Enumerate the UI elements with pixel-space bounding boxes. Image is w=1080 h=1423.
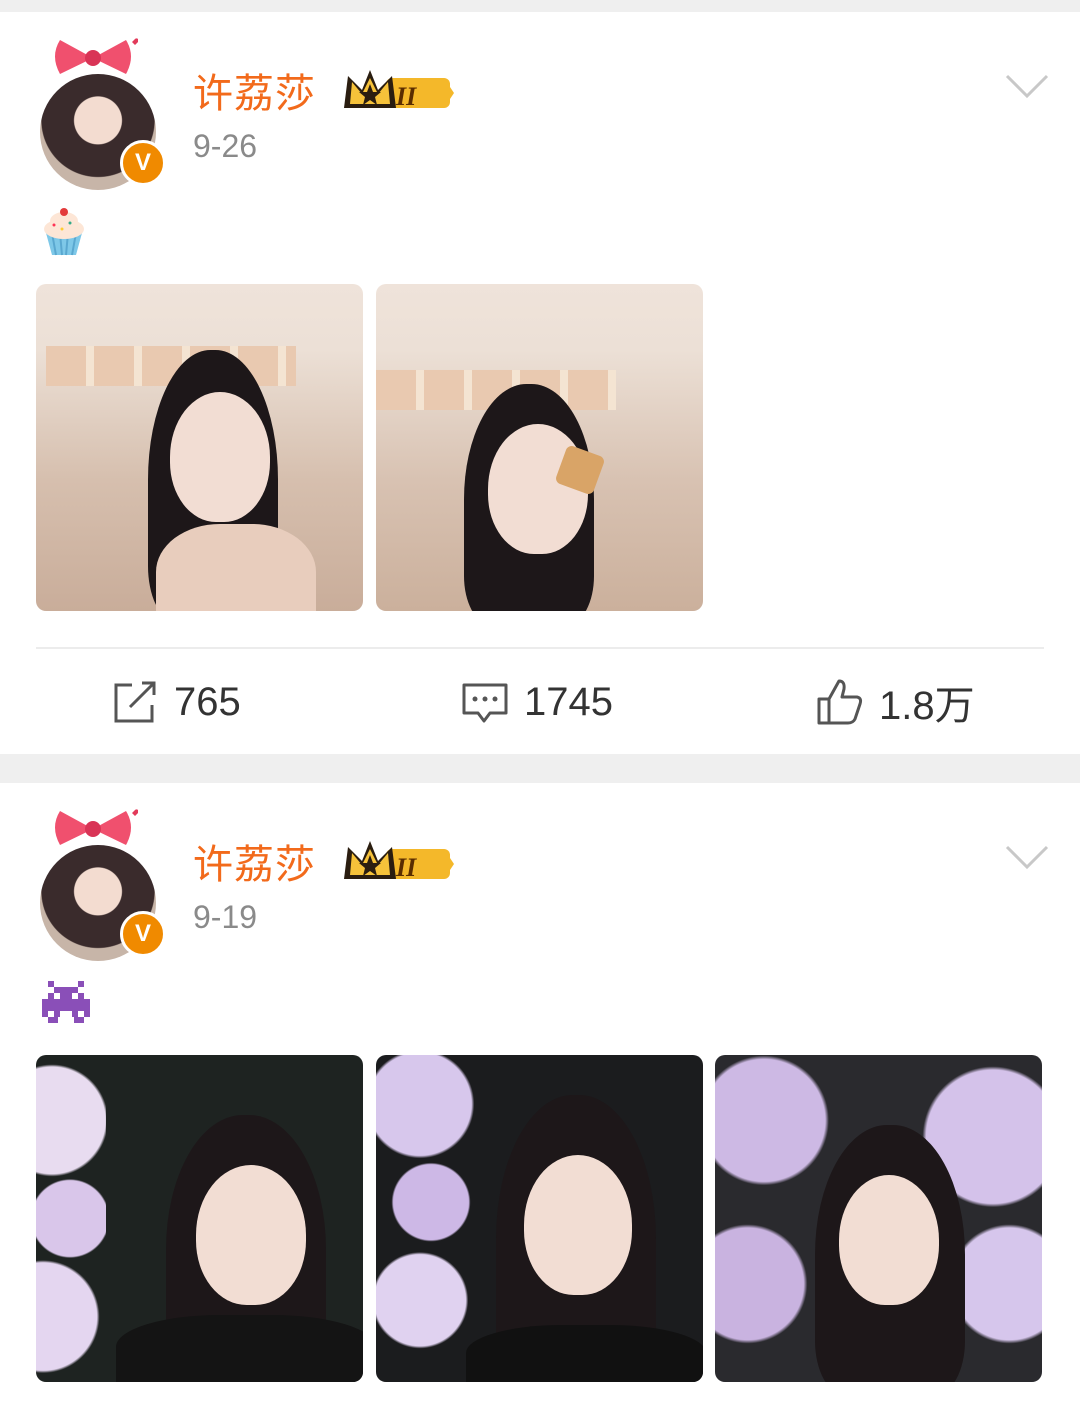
divider	[36, 647, 1044, 649]
feed-post: V 许荔莎 II 9-26 765 1745 1.8万	[0, 12, 1080, 754]
thumbs-up-icon	[817, 679, 863, 725]
chevron-down-icon[interactable]	[1004, 70, 1050, 102]
username[interactable]: 许荔莎	[193, 835, 316, 895]
username[interactable]: 许荔莎	[193, 64, 316, 124]
like-count: 1.8万	[879, 684, 975, 728]
like-button[interactable]: 1.8万	[815, 672, 975, 732]
verified-badge-icon: V	[120, 911, 166, 957]
alien-monster-icon	[42, 981, 90, 1023]
level-badge-text: II	[396, 82, 417, 111]
post-photo[interactable]	[376, 1055, 703, 1382]
verified-badge-icon: V	[120, 140, 166, 186]
repost-button[interactable]: 765	[110, 672, 241, 732]
repost-count: 765	[174, 679, 241, 724]
feed-post: V 许荔莎 II 9-19	[0, 783, 1080, 1423]
post-date: 9-26	[193, 128, 258, 164]
post-photo[interactable]	[376, 284, 703, 611]
repost-icon	[114, 681, 156, 723]
post-date: 9-19	[193, 899, 258, 935]
level-badge-text: II	[396, 853, 417, 882]
comment-icon	[462, 683, 508, 723]
comment-count: 1745	[524, 679, 613, 724]
post-photo[interactable]	[715, 1055, 1042, 1382]
cupcake-icon	[44, 208, 84, 256]
post-photo[interactable]	[36, 284, 363, 611]
comment-button[interactable]: 1745	[460, 672, 613, 732]
chevron-down-icon[interactable]	[1004, 841, 1050, 873]
post-photo[interactable]	[36, 1055, 363, 1382]
